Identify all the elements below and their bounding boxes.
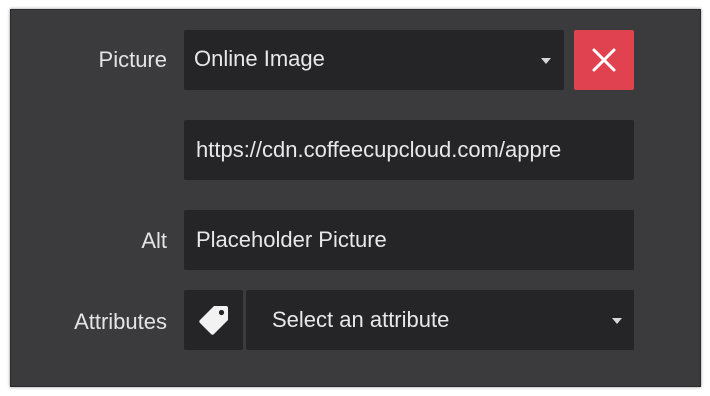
remove-picture-button[interactable] [574,30,634,90]
alt-text-input[interactable]: Placeholder Picture [184,210,634,270]
picture-url-value: https://cdn.coffeecupcloud.com/appre [196,137,562,162]
chevron-down-icon [541,58,551,64]
alt-label: Alt [141,228,167,253]
picture-source-select[interactable]: Online Image [184,30,564,90]
picture-url-input[interactable]: https://cdn.coffeecupcloud.com/appre [184,120,634,180]
attributes-label: Attributes [74,309,167,334]
picture-label: Picture [98,47,167,72]
picture-source-value: Online Image [194,46,325,71]
attribute-select[interactable]: Select an attribute [246,290,634,350]
attribute-tag-button[interactable] [184,290,243,350]
tag-icon [199,306,228,335]
chevron-down-icon [612,318,622,324]
alt-text-value: Placeholder Picture [196,227,387,252]
close-icon [592,48,616,72]
image-settings-panel: Picture Online Image https://cdn.coffeec… [10,9,701,387]
attribute-select-placeholder: Select an attribute [272,307,450,332]
